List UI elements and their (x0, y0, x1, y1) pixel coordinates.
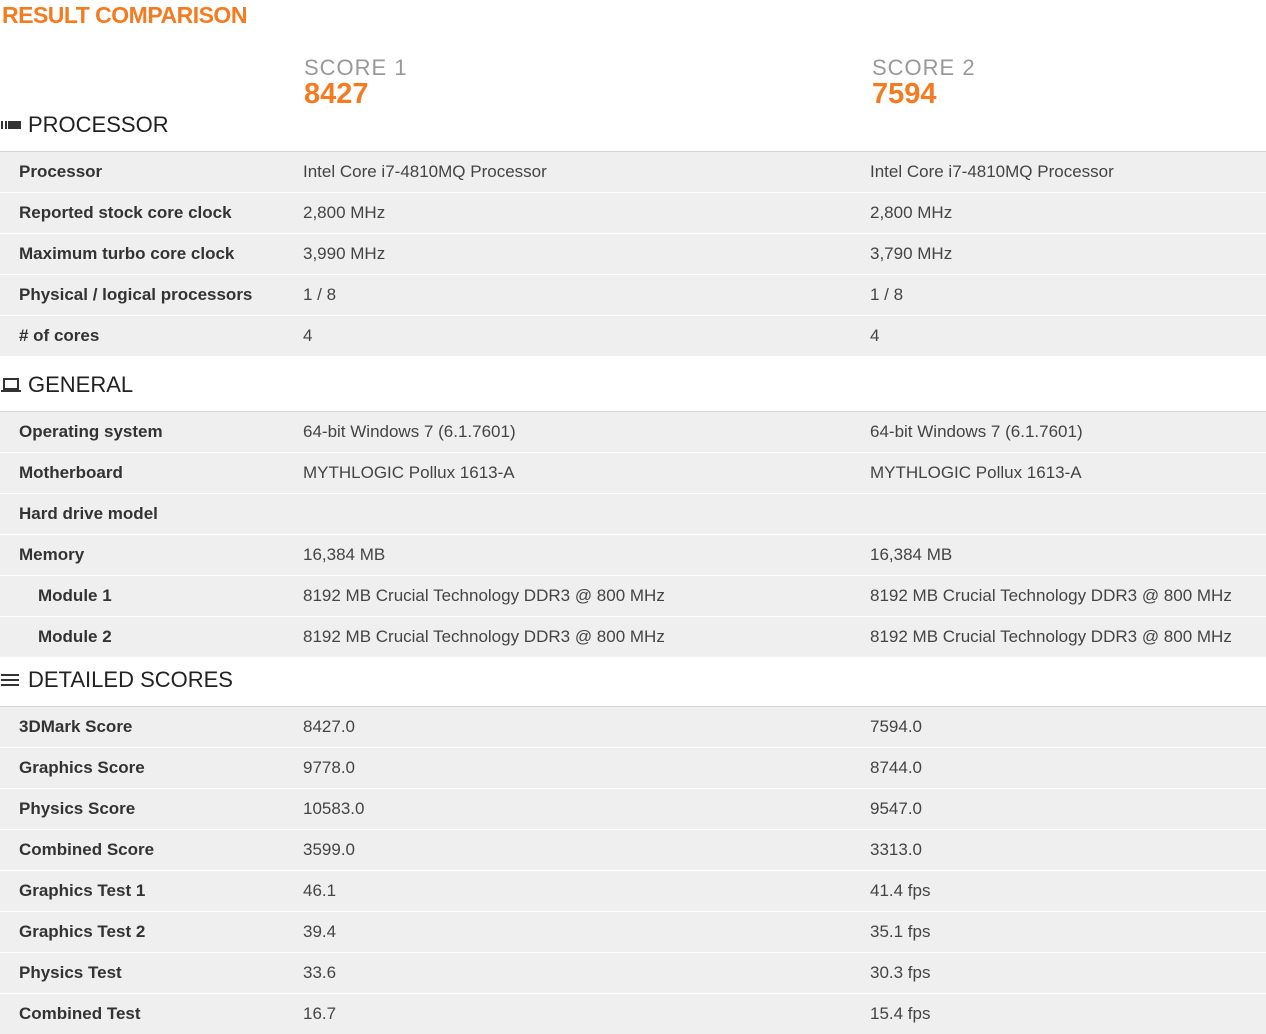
row-value-2: 64-bit Windows 7 (6.1.7601) (870, 422, 1083, 441)
table-row: Processor Intel Core i7-4810MQ Processor… (0, 152, 1266, 193)
table-row: Reported stock core clock 2,800 MHz 2,80… (0, 193, 1266, 234)
row-value-2: MYTHLOGIC Pollux 1613-A (870, 463, 1082, 482)
row-value-2: 8192 MB Crucial Technology DDR3 @ 800 MH… (870, 586, 1232, 605)
row-value-2: 1 / 8 (870, 285, 904, 304)
table-row: Physics Score 10583.0 9547.0 (0, 789, 1266, 830)
score-2-label: SCORE 2 (872, 55, 976, 80)
table-row: Graphics Test 2 39.4 35.1 fps (0, 912, 1266, 953)
row-value-2: 35.1 fps (870, 922, 931, 941)
section-detailed-title: DETAILED SCORES (28, 667, 233, 692)
section-general-title: GENERAL (28, 372, 134, 397)
row-value-1: 1 / 8 (303, 285, 337, 304)
row-label: Operating system (19, 422, 163, 441)
row-value-2: 4 (870, 326, 880, 345)
row-label: Combined Test (19, 1004, 141, 1023)
row-label: Motherboard (19, 463, 123, 482)
row-label: Graphics Score (19, 758, 145, 777)
row-label: Graphics Test 1 (19, 881, 146, 900)
row-value-1: Intel Core i7-4810MQ Processor (303, 162, 547, 181)
row-value-1: 4 (303, 326, 313, 345)
row-value-2: 41.4 fps (870, 881, 931, 900)
table-row: Memory 16,384 MB 16,384 MB (0, 535, 1266, 576)
table-row: Operating system 64-bit Windows 7 (6.1.7… (0, 412, 1266, 453)
score-2-value: 7594 (872, 78, 937, 110)
list-icon (0, 670, 22, 690)
score-2-header: SCORE 2 7594 (872, 55, 976, 110)
row-value-2: 16,384 MB (870, 545, 953, 564)
table-row: Combined Score 3599.0 3313.0 (0, 830, 1266, 871)
row-value-2: 8192 MB Crucial Technology DDR3 @ 800 MH… (870, 627, 1232, 646)
row-value-2: 15.4 fps (870, 1004, 931, 1023)
row-label: Module 2 (38, 627, 112, 646)
row-value-2: 3313.0 (870, 840, 922, 859)
row-value-1: 16,384 MB (303, 545, 386, 564)
table-row: Combined Test 16.7 15.4 fps (0, 994, 1266, 1034)
row-value-1: 39.4 (303, 922, 337, 941)
row-value-2: 30.3 fps (870, 963, 931, 982)
row-value-1: 64-bit Windows 7 (6.1.7601) (303, 422, 516, 441)
row-value-1: 46.1 (303, 881, 337, 900)
section-processor-header: PROCESSOR (0, 111, 1266, 139)
laptop-icon (0, 375, 22, 395)
row-value-2: Intel Core i7-4810MQ Processor (870, 162, 1114, 181)
section-detailed-header: DETAILED SCORES (0, 666, 1266, 694)
row-value-1: 10583.0 (303, 799, 365, 818)
row-value-1: 3,990 MHz (303, 244, 386, 263)
processor-table: Processor Intel Core i7-4810MQ Processor… (0, 151, 1266, 357)
score-1-header: SCORE 1 8427 (304, 55, 408, 110)
table-row: Module 1 8192 MB Crucial Technology DDR3… (0, 576, 1266, 617)
score-1-label: SCORE 1 (304, 55, 408, 80)
table-row: Motherboard MYTHLOGIC Pollux 1613-A MYTH… (0, 453, 1266, 494)
table-row: Graphics Score 9778.0 8744.0 (0, 748, 1266, 789)
section-general-header: GENERAL (0, 371, 1266, 399)
row-label: Graphics Test 2 (19, 922, 146, 941)
row-label: Module 1 (38, 586, 112, 605)
row-label: # of cores (19, 326, 100, 345)
row-value-1: 2,800 MHz (303, 203, 386, 222)
section-processor-title: PROCESSOR (28, 112, 169, 137)
row-value-2: 7594.0 (870, 717, 922, 736)
row-value-1: 33.6 (303, 963, 337, 982)
table-row: Module 2 8192 MB Crucial Technology DDR3… (0, 617, 1266, 658)
row-label: Physical / logical processors (19, 285, 253, 304)
row-value-1: 8192 MB Crucial Technology DDR3 @ 800 MH… (303, 627, 665, 646)
score-1-value: 8427 (304, 78, 369, 110)
row-label: Hard drive model (19, 504, 158, 523)
table-row: # of cores 4 4 (0, 316, 1266, 357)
row-label: Combined Score (19, 840, 155, 859)
cpu-icon (0, 115, 22, 135)
table-row: Graphics Test 1 46.1 41.4 fps (0, 871, 1266, 912)
table-row: Maximum turbo core clock 3,990 MHz 3,790… (0, 234, 1266, 275)
row-value-1: 8192 MB Crucial Technology DDR3 @ 800 MH… (303, 586, 665, 605)
detailed-table: 3DMark Score 8427.0 7594.0 Graphics Scor… (0, 706, 1266, 1034)
row-label: Physics Score (19, 799, 136, 818)
table-row: Physical / logical processors 1 / 8 1 / … (0, 275, 1266, 316)
row-label: Processor (19, 162, 103, 181)
row-label: Maximum turbo core clock (19, 244, 235, 263)
row-value-2: 9547.0 (870, 799, 922, 818)
table-row: Physics Test 33.6 30.3 fps (0, 953, 1266, 994)
general-table: Operating system 64-bit Windows 7 (6.1.7… (0, 411, 1266, 658)
page-title: RESULT COMPARISON (2, 2, 247, 28)
row-value-1: 16.7 (303, 1004, 337, 1023)
row-value-1: MYTHLOGIC Pollux 1613-A (303, 463, 515, 482)
row-label: Physics Test (19, 963, 122, 982)
row-value-1: 9778.0 (303, 758, 355, 777)
row-value-2: 3,790 MHz (870, 244, 953, 263)
row-label: Reported stock core clock (19, 203, 232, 222)
row-value-1: 3599.0 (303, 840, 355, 859)
row-value-2: 8744.0 (870, 758, 922, 777)
row-value-1: 8427.0 (303, 717, 355, 736)
row-label: 3DMark Score (19, 717, 133, 736)
row-label: Memory (19, 545, 85, 564)
row-value-2: 2,800 MHz (870, 203, 953, 222)
table-row: 3DMark Score 8427.0 7594.0 (0, 707, 1266, 748)
table-row: Hard drive model (0, 494, 1266, 535)
